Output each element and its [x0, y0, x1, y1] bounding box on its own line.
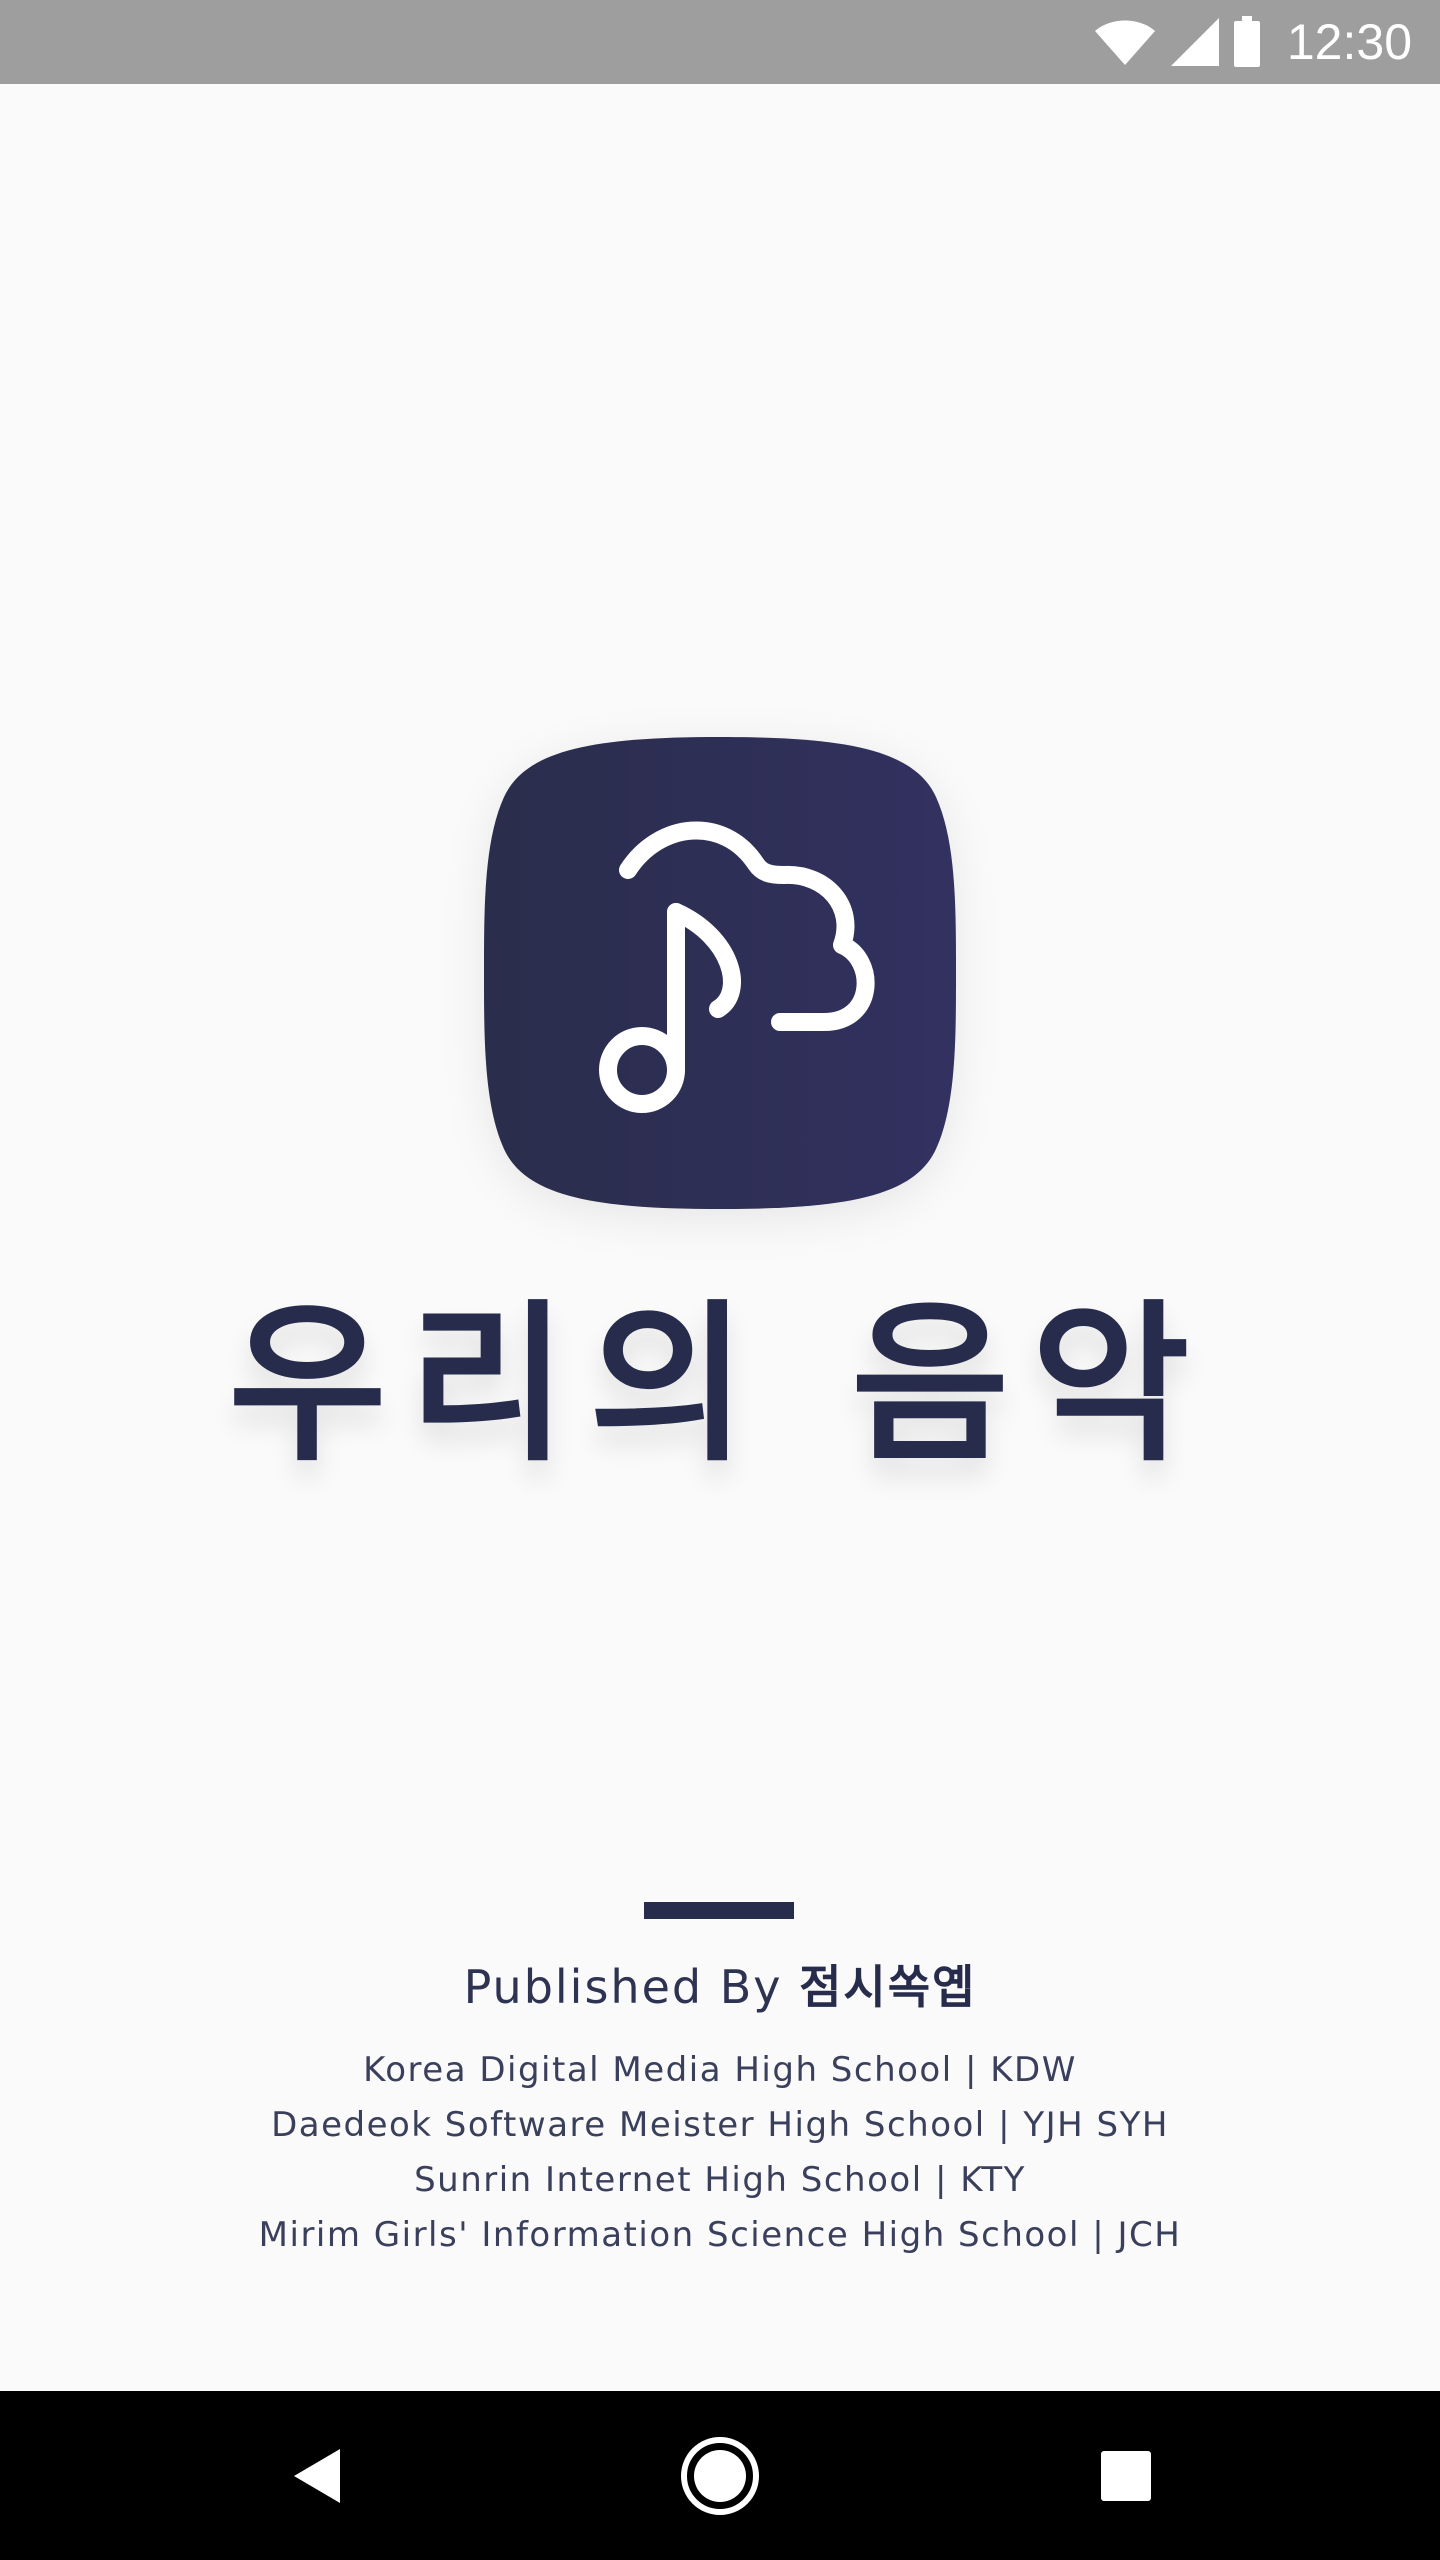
credit-line: Daedeok Software Meister High School | Y…	[271, 2105, 1169, 2145]
splash-screen: 12:30 우리의 음악 Published By 점시쏙옙 Korea Dig…	[0, 0, 1440, 2560]
credit-line: Mirim Girls' Information Science High Sc…	[258, 2215, 1182, 2255]
publisher-name: 점시쏙옙	[799, 1960, 977, 2014]
music-note-cloud-icon	[484, 737, 956, 1209]
recents-icon	[1099, 2449, 1153, 2503]
recents-button[interactable]	[1026, 2391, 1226, 2560]
credit-line: Korea Digital Media High School | KDW	[363, 2050, 1077, 2090]
battery-icon	[1233, 16, 1261, 68]
divider	[644, 1902, 794, 1919]
credit-line: Sunrin Internet High School | KTY	[414, 2160, 1026, 2200]
home-icon	[678, 2434, 762, 2518]
app-title: 우리의 음악	[228, 1284, 1212, 1485]
status-icons: 12:30	[1093, 0, 1412, 84]
status-time: 12:30	[1286, 14, 1412, 70]
cellular-signal-icon	[1169, 16, 1221, 68]
back-icon	[290, 2445, 346, 2507]
status-bar: 12:30	[0, 0, 1440, 84]
back-button[interactable]	[218, 2391, 418, 2560]
home-button[interactable]	[620, 2391, 820, 2560]
credits-list: Korea Digital Media High School | KDW Da…	[0, 2043, 1440, 2263]
navigation-bar	[0, 2391, 1440, 2560]
publisher-label: Published By	[463, 1960, 783, 2014]
wifi-icon	[1093, 17, 1157, 67]
publisher-line: Published By 점시쏙옙	[0, 1952, 1440, 2022]
